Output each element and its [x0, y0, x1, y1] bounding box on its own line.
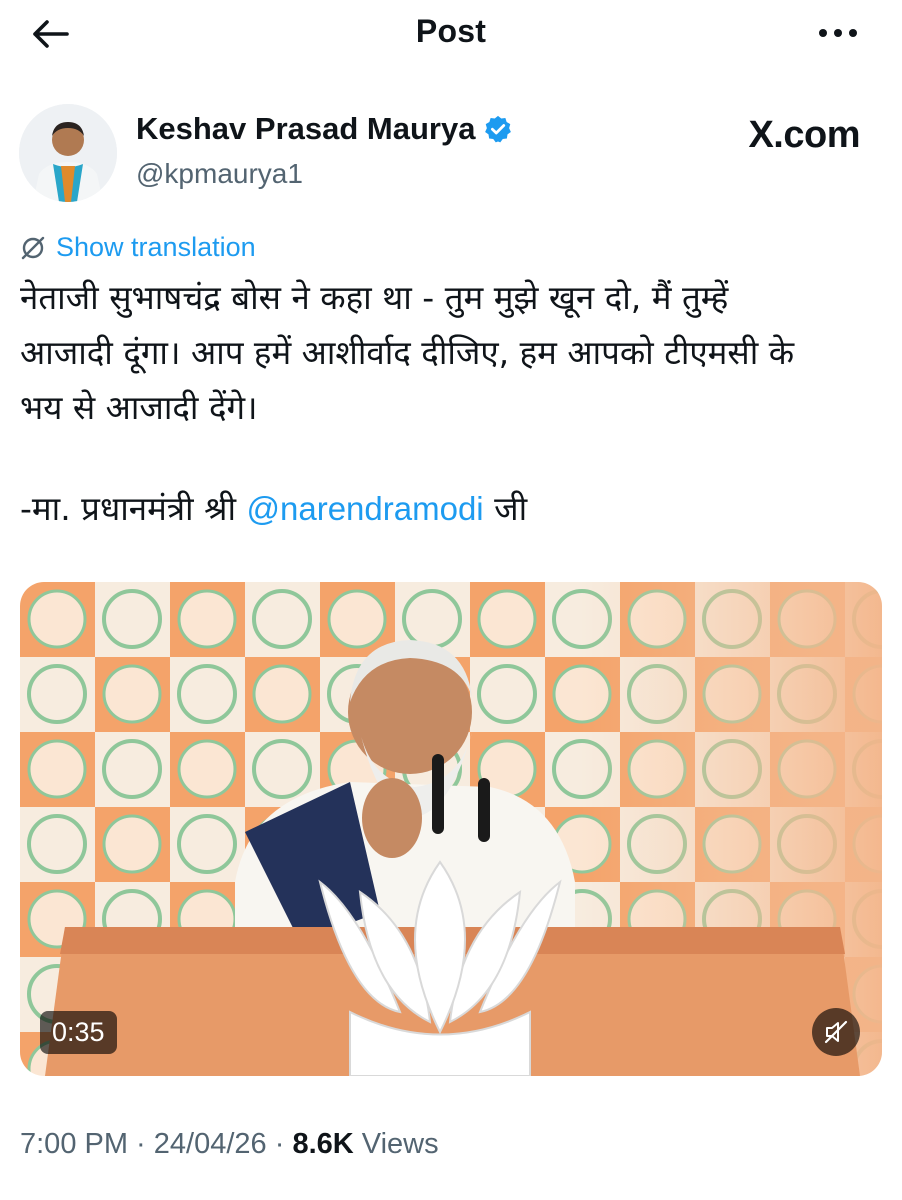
- x-com-watermark: X.com: [748, 114, 860, 156]
- more-dots-icon: [819, 29, 857, 37]
- author-name-text: Keshav Prasad Maurya: [136, 111, 476, 146]
- show-translation-label: Show translation: [56, 232, 256, 262]
- more-options-button[interactable]: [814, 18, 862, 48]
- mention-link[interactable]: @narendramodi: [247, 490, 484, 527]
- video-player[interactable]: 0:35: [20, 582, 882, 1076]
- verified-badge-icon: [485, 115, 512, 143]
- post-time: 7:00 PM: [20, 1128, 128, 1160]
- signature-suffix: जी: [483, 489, 528, 528]
- author-handle[interactable]: @kpmaurya1: [136, 158, 303, 190]
- mute-button[interactable]: [812, 1008, 860, 1056]
- video-frame: [20, 582, 882, 1076]
- top-bar: Post: [0, 0, 902, 68]
- views-count[interactable]: 8.6K: [292, 1128, 353, 1160]
- muted-speaker-icon: [824, 1020, 848, 1044]
- avatar[interactable]: [19, 104, 117, 202]
- video-duration: 0:35: [40, 1011, 117, 1054]
- globe-translate-icon: [21, 236, 45, 259]
- page-title: Post: [415, 13, 487, 49]
- tweet-text: नेताजी सुभाषचंद्र बोस ने कहा था - तुम मु…: [20, 278, 795, 427]
- views-label: Views: [353, 1128, 439, 1160]
- meta-separator: ·: [128, 1128, 154, 1160]
- author-name[interactable]: Keshav Prasad Maurya: [136, 111, 513, 147]
- avatar-image: [19, 104, 117, 202]
- post-date: 24/04/26: [153, 1128, 267, 1160]
- post-metadata: 7:00 PM · 24/04/26 · 8.6K Views: [20, 1128, 439, 1161]
- meta-separator-2: ·: [266, 1128, 293, 1160]
- show-translation-link[interactable]: Show translation: [20, 232, 256, 263]
- tweet-signature: -मा. प्रधानमंत्री श्री @narendramodi जी: [20, 485, 527, 530]
- signature-prefix: -मा. प्रधानमंत्री श्री: [20, 489, 247, 528]
